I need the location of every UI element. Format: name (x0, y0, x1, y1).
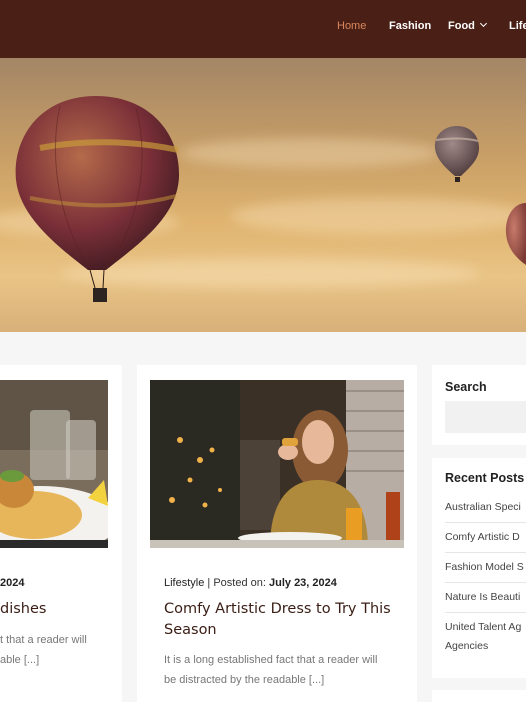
nav-fashion[interactable]: Fashion (389, 20, 431, 32)
post-thumbnail-pasta[interactable] (0, 380, 108, 548)
nav-food[interactable]: Food (448, 19, 487, 32)
recent-post-link[interactable]: Australian Speci (445, 501, 521, 513)
post-excerpt: t that a reader will able [...] (0, 631, 120, 670)
post-excerpt-line: t that a reader will (0, 634, 87, 646)
recent-post-link[interactable]: Comfy Artistic D (445, 531, 520, 543)
post-excerpt: It is a long established fact that a rea… (164, 651, 414, 690)
divider (445, 522, 526, 523)
recent-post-link[interactable]: United Talent Ag (445, 621, 521, 633)
divider (445, 552, 526, 553)
post-title-line: Season (164, 622, 217, 638)
post-title[interactable]: dishes (0, 599, 120, 620)
post-title[interactable]: Comfy Artistic Dress to Try This Season (164, 599, 414, 641)
post-date: July 23, 2024 (269, 577, 337, 589)
recent-post-link-continued[interactable]: Agencies (445, 640, 488, 652)
post-excerpt-line: It is a long established fact that a rea… (164, 654, 378, 666)
nav-home[interactable]: Home (337, 20, 366, 32)
post-card: Lifestyle | Posted on: July 23, 2024 Com… (137, 365, 417, 702)
woman-eating-pizza-image (150, 380, 404, 548)
recent-post-link[interactable]: Nature Is Beauti (445, 591, 520, 603)
post-date: 2024 (0, 577, 25, 589)
divider (445, 612, 526, 613)
hero-banner-image (0, 58, 526, 332)
nav-lifestyle[interactable]: Life (509, 20, 526, 32)
chevron-down-icon (479, 19, 487, 28)
post-category[interactable]: Lifestyle (164, 577, 204, 589)
post-title-line: Comfy Artistic Dress to Try This (164, 601, 391, 617)
hot-air-balloons-graphic (15, 96, 526, 302)
sidebar-widget (432, 690, 526, 702)
recent-posts-title: Recent Posts (445, 471, 525, 485)
recent-posts-widget: Recent Posts Australian Speci Comfy Arti… (432, 458, 526, 678)
divider (445, 582, 526, 583)
search-input[interactable] (445, 401, 526, 433)
post-meta: 2024 (0, 577, 24, 589)
post-excerpt-line: able [...] (0, 653, 40, 666)
search-widget: Search (432, 365, 526, 445)
post-card: 2024 dishes t that a reader will able [.… (0, 365, 122, 702)
nav-food-label: Food (448, 20, 475, 32)
recent-post-link[interactable]: Fashion Model S (445, 561, 524, 573)
site-header: Home Fashion Food Life (0, 0, 526, 58)
post-meta-separator: | Posted on: (207, 577, 266, 589)
pasta-dish-image (0, 380, 108, 548)
post-excerpt-line: be distracted by the readable [...] (164, 673, 325, 686)
search-widget-title: Search (445, 380, 487, 394)
post-meta: Lifestyle | Posted on: July 23, 2024 (164, 577, 337, 589)
post-thumbnail-woman-eating[interactable] (150, 380, 404, 548)
